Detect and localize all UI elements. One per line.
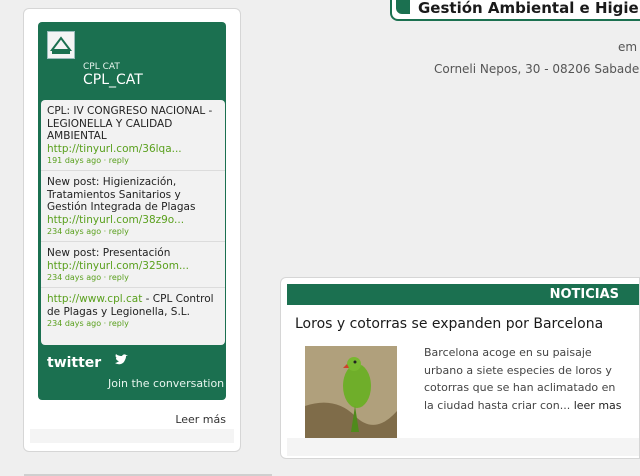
avatar[interactable] bbox=[47, 31, 75, 59]
news-footer bbox=[287, 438, 639, 456]
sidebar-panel: CPL CAT CPL_CAT CPL: IV CONGRESO NACIONA… bbox=[23, 8, 241, 452]
twitter-logo[interactable]: twitter bbox=[47, 355, 101, 371]
news-excerpt: Barcelona acoge en su paisaje urbano a s… bbox=[424, 344, 624, 414]
tweet-body: http://www.cpl.cat - CPL Control de Plag… bbox=[47, 293, 219, 318]
parrot-icon bbox=[305, 346, 397, 438]
tweet-link[interactable]: http://www.cpl.cat bbox=[47, 293, 142, 305]
tweet-reply-link[interactable]: reply bbox=[109, 319, 129, 328]
tweet-reply-link[interactable]: reply bbox=[109, 273, 129, 282]
news-section-bar: NOTICIAS bbox=[287, 284, 639, 305]
page-title: Gestión Ambiental e Higien bbox=[418, 0, 640, 17]
tweet-meta: 234 days ago · reply bbox=[47, 319, 129, 328]
tweet-age-link[interactable]: 191 days ago bbox=[47, 156, 101, 165]
tweet-text: New post: Presentación bbox=[47, 247, 171, 259]
tweet-meta: 234 days ago · reply bbox=[47, 227, 129, 236]
tweet-meta: 191 days ago · reply bbox=[47, 156, 129, 165]
tweet-text: CPL: IV CONGRESO NACIONAL - LEGIONELLA Y… bbox=[47, 105, 213, 142]
news-box: NOTICIAS Loros y cotorras se expanden po… bbox=[280, 277, 640, 459]
tweet-item: http://www.cpl.cat - CPL Control de Plag… bbox=[41, 288, 225, 333]
address-text: Corneli Nepos, 30 - 08206 Sabadel bbox=[434, 62, 640, 76]
tweet-item: CPL: IV CONGRESO NACIONAL - LEGIONELLA Y… bbox=[41, 100, 225, 171]
news-section-label: NOTICIAS bbox=[549, 287, 619, 302]
news-image[interactable] bbox=[305, 346, 397, 438]
tweet-text: New post: Higienización, Tratamientos Sa… bbox=[47, 176, 196, 213]
read-more-link[interactable]: Leer más bbox=[175, 413, 226, 426]
twitter-username[interactable]: CPL CAT bbox=[83, 62, 120, 72]
tweet-meta: 234 days ago · reply bbox=[47, 273, 129, 282]
tweet-link[interactable]: http://tinyurl.com/325om... bbox=[47, 260, 189, 272]
tweet-reply-link[interactable]: reply bbox=[109, 156, 129, 165]
tweet-item: New post: Presentación http://tinyurl.co… bbox=[41, 242, 225, 288]
panel-footer bbox=[30, 429, 234, 443]
join-conversation-link[interactable]: Join the conversation bbox=[108, 377, 224, 390]
tweet-reply-link[interactable]: reply bbox=[109, 227, 129, 236]
header-banner: Gestión Ambiental e Higien bbox=[390, 0, 640, 21]
tweet-age-link[interactable]: 234 days ago bbox=[47, 227, 101, 236]
twitter-widget: CPL CAT CPL_CAT CPL: IV CONGRESO NACIONA… bbox=[38, 22, 226, 400]
email-label: em bbox=[618, 40, 638, 54]
tweet-link[interactable]: http://tinyurl.com/36lqa... bbox=[47, 143, 182, 155]
tweet-age-link[interactable]: 234 days ago bbox=[47, 319, 101, 328]
tweet-age-link[interactable]: 234 days ago bbox=[47, 273, 101, 282]
cpl-logo-icon bbox=[48, 32, 74, 58]
news-read-more-link[interactable]: leer mas bbox=[574, 399, 622, 412]
tweet-item: New post: Higienización, Tratamientos Sa… bbox=[41, 171, 225, 242]
twitter-bird-icon bbox=[115, 354, 128, 365]
news-title-link[interactable]: Loros y cotorras se expanden por Barcelo… bbox=[295, 316, 603, 332]
tweet-list: CPL: IV CONGRESO NACIONAL - LEGIONELLA Y… bbox=[41, 100, 225, 345]
header-accent bbox=[396, 0, 410, 14]
tweet-link[interactable]: http://tinyurl.com/38z9o... bbox=[47, 214, 184, 226]
twitter-widget-header: CPL CAT CPL_CAT bbox=[38, 22, 226, 97]
twitter-display-name[interactable]: CPL_CAT bbox=[83, 72, 143, 88]
